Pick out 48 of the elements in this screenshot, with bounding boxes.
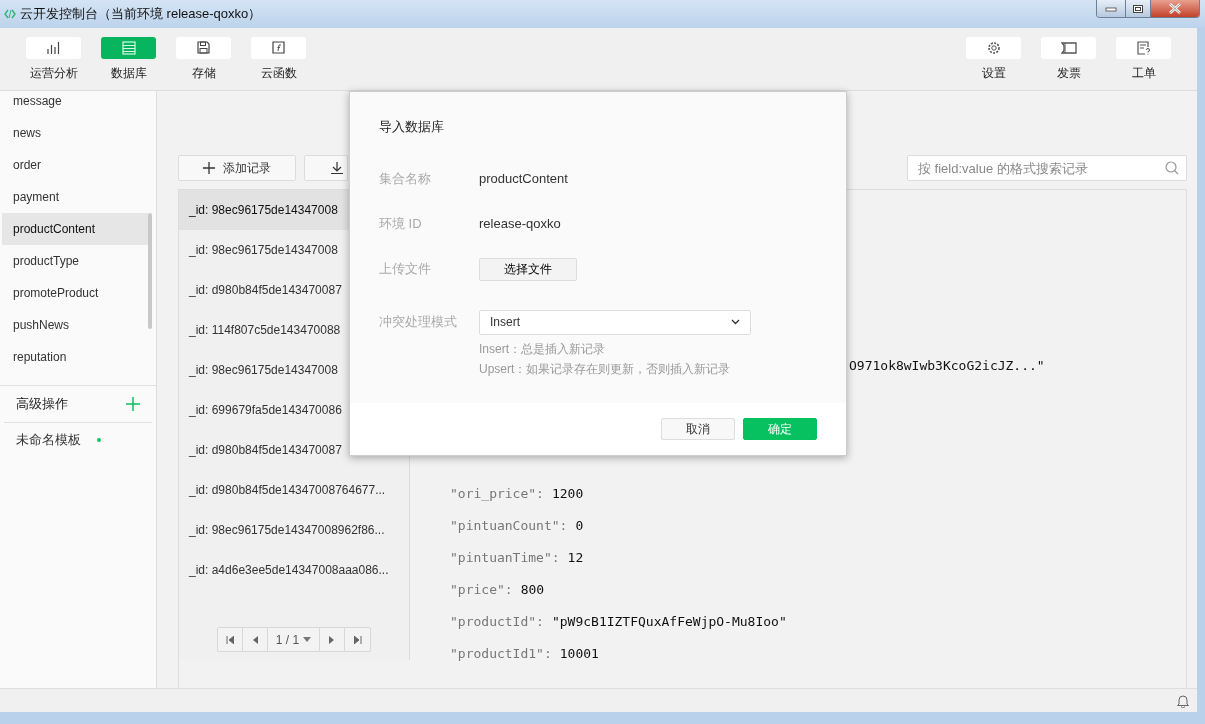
collection-item[interactable]: news	[2, 117, 148, 149]
add-record-button[interactable]: 添加记录	[178, 155, 296, 181]
collection-item[interactable]: pushNews	[2, 309, 148, 341]
record-item[interactable]: _id: a4d6e3ee5de14347008aaa086...	[179, 550, 409, 590]
record-item[interactable]: _id: d980b84f5de14347008764677...	[179, 470, 409, 510]
field-value: productContent	[479, 170, 568, 189]
field-key: "productId1":	[450, 644, 552, 664]
cancel-button[interactable]: 取消	[661, 418, 735, 440]
hint-text: Insert：总是插入新记录	[479, 340, 606, 358]
field-value: 10001	[559, 645, 599, 664]
template-item[interactable]: 未命名模板	[16, 430, 81, 450]
field-label: 集合名称	[379, 170, 432, 189]
record-item[interactable]: _id: 98ec96175de14347008962f86...	[179, 510, 409, 550]
field-value: 12	[567, 549, 584, 568]
field-value: 800	[520, 581, 545, 600]
button-label: 工单	[1131, 64, 1156, 82]
field-value: 1200	[551, 485, 584, 504]
choose-file-button[interactable]: 选择文件	[479, 257, 577, 281]
field-label: 冲突处理模式	[379, 313, 458, 332]
button-label: 设置	[981, 64, 1006, 82]
field-key: "pintuanCount":	[450, 516, 568, 536]
dialog-title: 导入数据库	[379, 118, 445, 136]
field-value: 0	[575, 517, 584, 536]
field-value: O971ok8wIwb3KcoG2icJZ..."	[849, 357, 1045, 376]
tab-label: 数据库	[110, 64, 147, 82]
collection-item[interactable]: order	[2, 149, 148, 181]
field-key: "productId":	[450, 612, 544, 632]
field-value: release-qoxko	[479, 215, 561, 234]
search-field[interactable]: 按 field:value 的格式搜索记录	[907, 155, 1187, 181]
field-key: "pintuanTime":	[450, 548, 560, 568]
field-key: "ori_price":	[450, 484, 544, 504]
tab-label: 存储	[191, 64, 216, 82]
collection-item[interactable]: productContent	[2, 213, 148, 245]
collection-item[interactable]: payment	[2, 181, 148, 213]
hint-text: Upsert：如果记录存在则更新，否则插入新记录	[479, 360, 732, 378]
mode-select[interactable]: Insert	[479, 309, 751, 335]
tab-label: 云函数	[260, 64, 297, 82]
collection-item[interactable]: message	[2, 91, 148, 117]
field-key: "price":	[450, 580, 513, 600]
collection-item[interactable]: promoteProduct	[2, 277, 148, 309]
collection-item[interactable]: productType	[2, 245, 148, 277]
field-value: "pW9cB1IZTFQuxAfFeWjpO-Mu8Ioo"	[551, 613, 787, 632]
window-title: 云开发控制台（当前环境 release-qoxko）	[20, 5, 262, 24]
collection-item[interactable]: reputation	[2, 341, 148, 373]
field-label: 上传文件	[379, 260, 432, 279]
tab-label: 运营分析	[29, 64, 78, 82]
advanced-label: 高级操作	[16, 395, 68, 414]
button-label: 发票	[1056, 64, 1081, 82]
